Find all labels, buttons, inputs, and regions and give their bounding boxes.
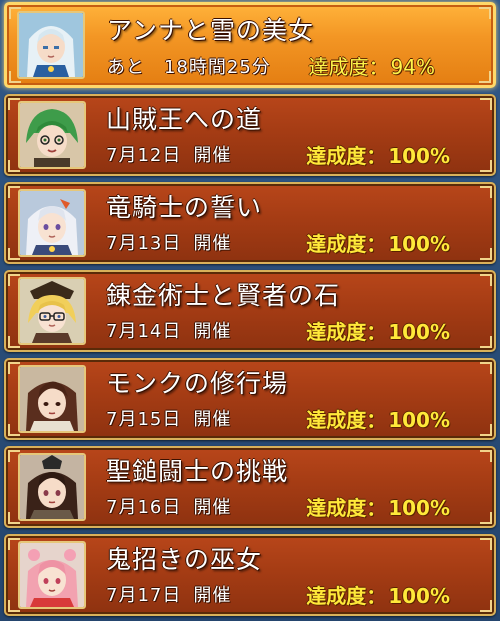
frame-corner-ornament [480, 274, 492, 286]
event-title: 聖鎚闘士の挑戦 [106, 457, 289, 486]
event-card-monk-training-ground[interactable]: モンクの修行場 7月15日 開催 達成度： 100% [4, 358, 496, 440]
frame-corner-ornament [479, 71, 491, 83]
frame-corner-ornament [480, 600, 492, 612]
event-card-alchemist-philosophers-stone[interactable]: 錬金術士と賢者の石 7月14日 開催 達成度： 100% [4, 270, 496, 352]
event-date-value: 7月15日 [106, 409, 182, 430]
progress-label: 達成度： [306, 584, 387, 608]
event-card-bandit-king-road[interactable]: 山賊王への道 7月12日 開催 達成度： 100% [4, 94, 496, 176]
event-progress: 達成度： 100% [306, 496, 450, 520]
event-date-value: 7月13日 [106, 233, 182, 254]
event-card-holy-hammer-challenge[interactable]: 聖鎚闘士の挑戦 7月16日 開催 達成度： 100% [4, 446, 496, 528]
remaining-prefix: あと [107, 57, 145, 78]
frame-corner-ornament [480, 512, 492, 524]
frame-corner-ornament [480, 160, 492, 172]
progress-label: 達成度： [306, 496, 387, 520]
pink-haired-shrine-maiden-portrait-icon [18, 541, 86, 609]
event-title: 山賊王への道 [106, 105, 263, 134]
event-title: 竜騎士の誓い [106, 193, 263, 222]
event-date: 7月12日 開催 [106, 145, 231, 167]
event-held-label: 開催 [193, 585, 232, 606]
progress-value: 94% [390, 55, 435, 79]
event-progress: 達成度： 100% [306, 232, 450, 256]
frame-corner-ornament [479, 7, 491, 19]
event-title: 錬金術士と賢者の石 [106, 281, 341, 310]
event-held-label: 開催 [193, 233, 232, 254]
frame-corner-ornament [480, 248, 492, 260]
event-held-label: 開催 [193, 145, 232, 166]
event-card-dragon-knight-oath[interactable]: 竜騎士の誓い 7月13日 開催 達成度： 100% [4, 182, 496, 264]
progress-value: 100% [388, 320, 450, 344]
progress-label: 達成度： [306, 320, 387, 344]
silver-haired-knight-portrait-icon [18, 189, 86, 257]
event-title: 鬼招きの巫女 [106, 545, 263, 574]
progress-value: 100% [388, 408, 450, 432]
event-date: 7月13日 開催 [106, 233, 231, 255]
progress-label: 達成度： [308, 55, 389, 79]
frame-corner-ornament [480, 186, 492, 198]
event-title: モンクの修行場 [106, 369, 289, 398]
frame-corner-ornament [480, 362, 492, 374]
dark-haired-fighter-portrait-icon [18, 453, 86, 521]
event-remaining-time: あと 18時間25分 [107, 57, 271, 79]
event-progress: 達成度： 100% [306, 408, 450, 432]
event-date: 7月15日 開催 [106, 409, 231, 431]
event-card-demon-summoning-shrine-maiden[interactable]: 鬼招きの巫女 7月17日 開催 達成度： 100% [4, 534, 496, 616]
event-progress: 達成度： 100% [306, 320, 450, 344]
progress-value: 100% [388, 496, 450, 520]
silver-haired-maiden-portrait-icon [17, 11, 85, 79]
frame-corner-ornament [480, 424, 492, 436]
event-title: アンナと雪の美女 [107, 16, 315, 45]
brown-haired-monk-portrait-icon [18, 365, 86, 433]
progress-value: 100% [388, 232, 450, 256]
event-date-value: 7月12日 [106, 145, 182, 166]
event-held-label: 開催 [193, 409, 232, 430]
progress-value: 100% [388, 584, 450, 608]
event-list-screen: アンナと雪の美女 あと 18時間25分 達成度： 94% 山賊王への道 7月12日 [0, 0, 500, 621]
frame-corner-ornament [480, 538, 492, 550]
blonde-alchemist-portrait-icon [18, 277, 86, 345]
event-date-value: 7月14日 [106, 321, 182, 342]
green-haired-girl-portrait-icon [18, 101, 86, 169]
progress-label: 達成度： [306, 144, 387, 168]
event-held-label: 開催 [193, 497, 232, 518]
frame-corner-ornament [480, 450, 492, 462]
event-card-anna-snow-beauty[interactable]: アンナと雪の美女 あと 18時間25分 達成度： 94% [4, 2, 496, 88]
frame-corner-ornament [480, 98, 492, 110]
remaining-time-value: 18時間25分 [164, 57, 271, 78]
event-date-value: 7月17日 [106, 585, 182, 606]
event-date-value: 7月16日 [106, 497, 182, 518]
progress-value: 100% [388, 144, 450, 168]
progress-label: 達成度： [306, 408, 387, 432]
frame-corner-ornament [480, 336, 492, 348]
event-progress: 達成度： 100% [306, 584, 450, 608]
progress-label: 達成度： [306, 232, 387, 256]
event-date: 7月14日 開催 [106, 321, 231, 343]
event-held-label: 開催 [193, 321, 232, 342]
event-progress: 達成度： 94% [309, 55, 435, 79]
event-progress: 達成度： 100% [306, 144, 450, 168]
event-date: 7月17日 開催 [106, 585, 231, 607]
event-date: 7月16日 開催 [106, 497, 231, 519]
